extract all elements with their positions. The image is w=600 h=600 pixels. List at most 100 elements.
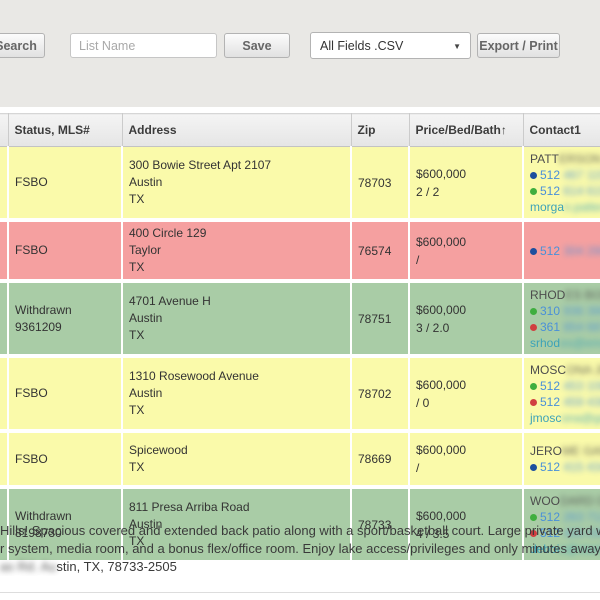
address-redacted: as Rd. Au: [0, 559, 56, 574]
phone-redacted: 854 6873: [560, 320, 600, 334]
zip-cell: 78702: [351, 356, 409, 431]
address-line: TX: [129, 191, 348, 208]
column-header-address[interactable]: Address: [122, 114, 351, 147]
phone-redacted: 304 2909: [560, 244, 600, 258]
fields-format-value: All Fields .CSV: [320, 39, 403, 53]
table-row[interactable]: FSBO 300 Bowie Street Apt 2107 Austin TX…: [0, 147, 600, 221]
price-value: $600,000: [416, 233, 520, 251]
row-spacer-cell: [0, 356, 8, 431]
address-line: TX: [129, 327, 348, 344]
address-line: TX: [129, 402, 348, 419]
contact-name: PATTERSON MA: [530, 151, 600, 167]
address-line: TX: [129, 459, 348, 476]
list-name-input[interactable]: [70, 33, 217, 58]
row-spacer-cell: [0, 147, 8, 221]
contact-phone: 512 614 6152: [530, 183, 600, 199]
phone-dot-red-icon: [530, 399, 537, 406]
phone-dot-blue-icon: [530, 248, 537, 255]
table-row[interactable]: FSBO 400 Circle 129 Taylor TX 76574 $600…: [0, 220, 600, 281]
contact-name: MOSCONA JES: [530, 362, 600, 378]
bed-bath-value: /: [416, 459, 520, 477]
contact-name: RHODES BODE: [530, 287, 600, 303]
phone-link[interactable]: 512: [540, 168, 560, 182]
address-line: Austin: [129, 174, 348, 191]
address-line: 400 Circle 129: [129, 225, 348, 242]
price-cell: $600,000 /: [409, 220, 523, 281]
phone-link[interactable]: 512: [540, 460, 560, 474]
fields-format-select[interactable]: All Fields .CSV ▼: [310, 32, 471, 59]
phone-link[interactable]: 512: [540, 379, 560, 393]
phone-link[interactable]: 512: [540, 244, 560, 258]
address-line: 1310 Rosewood Avenue: [129, 368, 348, 385]
address-line: 300 Bowie Street Apt 2107: [129, 157, 348, 174]
phone-redacted: 453 1088: [560, 379, 600, 393]
phone-dot-green-icon: [530, 308, 537, 315]
address-visible: stin, TX, 78733-2505: [56, 559, 176, 574]
email-link[interactable]: srhod: [530, 336, 560, 350]
column-header-price[interactable]: Price/Bed/Bath↑: [409, 114, 523, 147]
email-link[interactable]: morga: [530, 200, 564, 214]
table-header-row: Status, MLS# Address Zip Price/Bed/Bath↑…: [0, 114, 600, 147]
contact-name-visible: JERO: [530, 444, 562, 458]
email-redacted: ona@gm: [561, 411, 600, 425]
phone-dot-green-icon: [530, 383, 537, 390]
status-text: FSBO: [15, 174, 119, 191]
contact-email: jmoscona@gm: [530, 410, 600, 426]
phone-redacted: 614 6152: [560, 184, 600, 198]
phone-link[interactable]: 512: [540, 395, 560, 409]
column-header-status[interactable]: Status, MLS#: [8, 114, 122, 147]
address-cell: 400 Circle 129 Taylor TX: [122, 220, 351, 281]
status-cell: FSBO: [8, 431, 122, 487]
contact-email: morgan.patters: [530, 199, 600, 215]
contact-name-redacted: ONA JES: [566, 363, 600, 377]
email-link[interactable]: jmosc: [530, 411, 561, 425]
phone-link[interactable]: 512: [540, 184, 560, 198]
bed-bath-value: 3 / 2.0: [416, 319, 520, 337]
status-cell: FSBO: [8, 147, 122, 221]
contact-name-visible: WOO: [530, 494, 560, 508]
phone-link[interactable]: 361: [540, 320, 560, 334]
status-text: FSBO: [15, 385, 119, 402]
description-address-line: as Rd. Austin, TX, 78733-2505: [0, 558, 600, 576]
phone-link[interactable]: 310: [540, 304, 560, 318]
sort-ascending-icon: ↑: [501, 123, 507, 137]
zip-cell: 76574: [351, 220, 409, 281]
price-cell: $600,000 / 0: [409, 356, 523, 431]
status-text: Withdrawn: [15, 302, 119, 319]
column-header-contact1[interactable]: Contact1: [523, 114, 600, 147]
contact-phone: 512 304 2909: [530, 243, 600, 259]
price-value: $600,000: [416, 301, 520, 319]
table-row[interactable]: Withdrawn 9361209 4701 Avenue H Austin T…: [0, 281, 600, 356]
email-redacted: n.patters: [564, 200, 600, 214]
address-cell: 1310 Rosewood Avenue Austin TX: [122, 356, 351, 431]
search-button[interactable]: Search: [0, 33, 45, 58]
address-line: Spicewood: [129, 442, 348, 459]
zip-cell: 78703: [351, 147, 409, 221]
contact-email: srhodes@ema: [530, 335, 600, 351]
contact-name-visible: MOSC: [530, 363, 566, 377]
contact-cell: PATTERSON MA 512 467 1159 512 614 6152 m…: [523, 147, 600, 221]
address-line: Taylor: [129, 242, 348, 259]
contact-phone: 512 415 4340: [530, 459, 600, 475]
status-cell: FSBO: [8, 356, 122, 431]
address-line: 4701 Avenue H: [129, 293, 348, 310]
phone-redacted: 415 4340: [560, 460, 600, 474]
status-cell: Withdrawn 9361209: [8, 281, 122, 356]
address-line: Austin: [129, 385, 348, 402]
contact-name-redacted: DARD DEB: [560, 494, 600, 508]
contact-phone: 512 453 1088: [530, 378, 600, 394]
status-text: FSBO: [15, 451, 119, 468]
phone-dot-blue-icon: [530, 172, 537, 179]
save-button[interactable]: Save: [224, 33, 290, 58]
contact-name-redacted: ES BODE: [565, 288, 600, 302]
export-print-button[interactable]: Export / Print: [477, 33, 560, 58]
chevron-down-icon: ▼: [453, 42, 461, 51]
table-row[interactable]: FSBO Spicewood TX 78669 $600,000 / JEROM…: [0, 431, 600, 487]
description-line: r system, media room, and a bonus flex/o…: [0, 540, 600, 558]
table-row[interactable]: FSBO 1310 Rosewood Avenue Austin TX 7870…: [0, 356, 600, 431]
column-header-zip[interactable]: Zip: [351, 114, 409, 147]
contact-cell: JEROME GARY 512 415 4340: [523, 431, 600, 487]
price-cell: $600,000 2 / 2: [409, 147, 523, 221]
phone-redacted: 459 4388: [560, 395, 600, 409]
contact-name-redacted: ERSON MA: [559, 152, 600, 166]
